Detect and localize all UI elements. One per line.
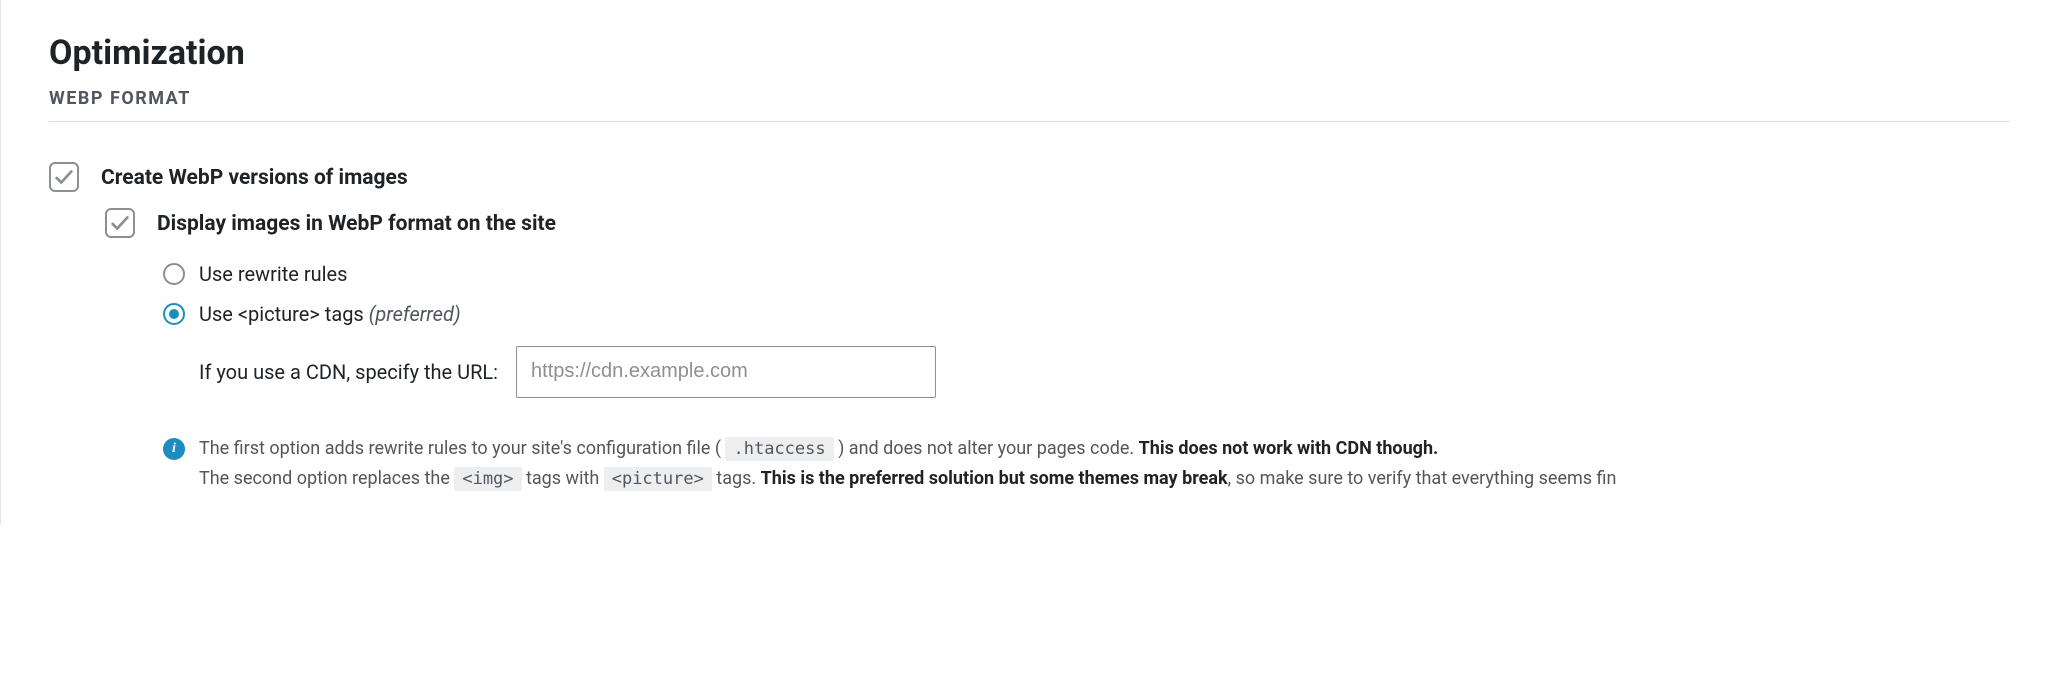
check-icon: [53, 166, 75, 188]
info-l2d: , so make sure to verify that everything…: [1228, 468, 1617, 489]
radio-picture-text: Use <picture> tags: [199, 302, 369, 326]
info-l1a: The first option adds rewrite rules to y…: [199, 438, 725, 459]
radio-picture-label: Use <picture> tags (preferred): [199, 300, 461, 328]
cdn-url-label: If you use a CDN, specify the URL:: [199, 358, 498, 386]
radio-picture-tags[interactable]: [163, 303, 185, 325]
info-text: The first option adds rewrite rules to y…: [199, 436, 2010, 496]
create-webp-label: Create WebP versions of images: [101, 164, 408, 193]
display-webp-checkbox[interactable]: [105, 208, 135, 238]
code-img: <img>: [454, 467, 521, 491]
info-l2-strong: This is the preferred solution but some …: [761, 468, 1228, 489]
info-l2c: tags.: [712, 468, 761, 489]
radio-picture-hint: (preferred): [369, 302, 461, 326]
display-webp-label: Display images in WebP format on the sit…: [157, 210, 556, 239]
info-l1-strong: This does not work with CDN though.: [1139, 438, 1439, 459]
info-icon: i: [163, 438, 185, 460]
info-l2b: tags with: [522, 468, 604, 489]
info-l1b: ) and does not alter your pages code.: [834, 438, 1139, 459]
info-l2a: The second option replaces the: [199, 468, 454, 489]
code-picture: <picture>: [604, 467, 712, 491]
page-title: Optimization: [49, 30, 2010, 78]
create-webp-checkbox[interactable]: [49, 162, 79, 192]
code-htaccess: .htaccess: [725, 437, 833, 461]
radio-rewrite-rules[interactable]: [163, 263, 185, 285]
radio-rewrite-label: Use rewrite rules: [199, 260, 347, 288]
section-subheading: WEBP FORMAT: [49, 86, 2010, 122]
cdn-url-input[interactable]: [516, 346, 936, 398]
check-icon: [109, 212, 131, 234]
